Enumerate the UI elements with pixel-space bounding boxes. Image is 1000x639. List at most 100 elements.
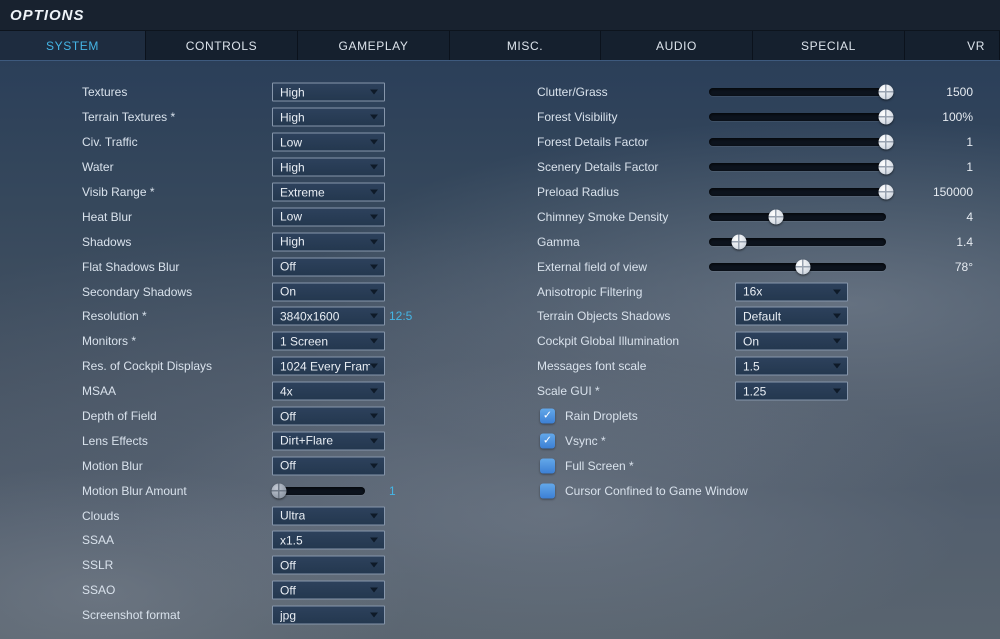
slider-value: 100% <box>942 110 973 125</box>
option-row-chimney-smoke-density: Chimney Smoke Density 4 <box>0 204 1000 229</box>
chevron-down-icon <box>833 388 841 394</box>
dropdown-terrain-objects-shadows[interactable]: Default <box>735 306 848 326</box>
chevron-down-icon <box>370 537 378 543</box>
option-label: Terrain Objects Shadows <box>537 309 671 324</box>
dropdown-anisotropic-filtering[interactable]: 16x <box>735 282 848 302</box>
option-row-vsync: ✓ Vsync * <box>0 428 1000 453</box>
options-title-bar: OPTIONS <box>0 0 1000 30</box>
option-label: Scale GUI * <box>537 384 600 399</box>
dropdown-messages-font-scale[interactable]: 1.5 <box>735 356 848 376</box>
option-row-scenery-details-factor: Scenery Details Factor 1 <box>0 155 1000 180</box>
dropdown-value: Off <box>280 583 296 598</box>
checkbox-rain-droplets[interactable]: ✓ <box>540 408 555 424</box>
option-label: Scenery Details Factor <box>537 160 659 175</box>
dropdown-value: Off <box>280 558 296 573</box>
checkbox-label: Rain Droplets <box>565 409 638 424</box>
dropdown-screenshot-format[interactable]: jpg <box>272 605 385 625</box>
option-row-terrain-objects-shadows: Terrain Objects Shadows Default <box>0 304 1000 329</box>
option-row-forest-visibility: Forest Visibility 100% <box>0 105 1000 130</box>
option-row-rain-droplets: ✓ Rain Droplets <box>0 404 1000 429</box>
dropdown-value: jpg <box>280 608 297 623</box>
dropdown-value: x1.5 <box>280 533 303 548</box>
system-options-panel: Textures High Terrain Textures * High Civ. T… <box>0 60 1000 639</box>
option-label: Anisotropic Filtering <box>537 284 643 299</box>
option-label: Gamma <box>537 234 580 249</box>
checkbox-label: Vsync * <box>565 433 606 448</box>
chevron-down-icon <box>833 289 841 295</box>
option-row-cockpit-global-illumination: Cockpit Global Illumination On <box>0 329 1000 354</box>
dropdown-value: On <box>743 334 760 349</box>
option-row-messages-font-scale: Messages font scale 1.5 <box>0 354 1000 379</box>
option-label: SSLR <box>82 558 114 573</box>
tab-special[interactable]: SPECIAL <box>753 31 905 60</box>
option-label: SSAA <box>82 533 115 548</box>
dropdown-value: 1.5 <box>743 359 760 374</box>
checkbox-label: Cursor Confined to Game Window <box>565 483 748 498</box>
chevron-down-icon <box>833 363 841 369</box>
option-label: Clouds <box>82 508 120 523</box>
tab-controls[interactable]: CONTROLS <box>146 31 298 60</box>
chevron-down-icon <box>833 313 841 319</box>
chevron-down-icon <box>370 587 378 593</box>
slider-value: 1500 <box>946 85 973 100</box>
chevron-down-icon <box>370 562 378 568</box>
slider-value: 78° <box>954 259 973 274</box>
dropdown-clouds[interactable]: Ultra <box>272 506 385 526</box>
option-row-scale-gui: Scale GUI * 1.25 <box>0 379 1000 404</box>
option-row-forest-details-factor: Forest Details Factor 1 <box>0 130 1000 155</box>
tab-vr[interactable]: VR <box>905 31 1000 60</box>
tab-misc[interactable]: MISC. <box>450 31 601 60</box>
dropdown-cockpit-global-illumination[interactable]: On <box>735 331 848 351</box>
option-row-ssao: SSAO Off <box>0 578 1000 603</box>
chevron-down-icon <box>370 612 378 618</box>
slider-knob[interactable] <box>795 259 811 275</box>
slider-value: 1 <box>966 135 973 150</box>
tab-gameplay[interactable]: GAMEPLAY <box>298 31 450 60</box>
option-label: External field of view <box>537 259 648 274</box>
option-row-cursor-confined-to-game-window: Cursor Confined to Game Window <box>0 478 1000 503</box>
options-screen: OPTIONS SYSTEM CONTROLS GAMEPLAY MISC. AUDIO… <box>0 0 1000 639</box>
chevron-down-icon <box>833 338 841 344</box>
checkbox-vsync[interactable]: ✓ <box>540 433 555 449</box>
dropdown-ssaa[interactable]: x1.5 <box>272 530 385 550</box>
option-row-sslr: SSLR Off <box>0 553 1000 578</box>
option-label: Messages font scale <box>537 359 647 374</box>
dropdown-sslr[interactable]: Off <box>272 555 385 575</box>
dropdown-value: Default <box>743 309 782 324</box>
dropdown-ssao[interactable]: Off <box>272 580 385 600</box>
right-options-column: Clutter/Grass 1500 Forest Visibility 100% Fo… <box>0 80 1000 503</box>
slider-value: 1.4 <box>956 234 973 249</box>
dropdown-value: 1.25 <box>743 384 767 399</box>
options-tab-bar: SYSTEM CONTROLS GAMEPLAY MISC. AUDIO SPECIAL V… <box>0 30 1000 60</box>
option-label: Preload Radius <box>537 185 620 199</box>
option-row-anisotropic-filtering: Anisotropic Filtering 16x <box>0 279 1000 304</box>
option-row-clouds: Clouds Ultra <box>0 503 1000 528</box>
dropdown-value: 16x <box>743 284 763 299</box>
checkbox-full-screen[interactable] <box>540 458 555 474</box>
option-row-gamma: Gamma 1.4 <box>0 229 1000 254</box>
option-label: Clutter/Grass <box>537 85 608 100</box>
option-label: Forest Details Factor <box>537 135 649 150</box>
dropdown-value: Ultra <box>280 508 306 523</box>
slider-value: 4 <box>966 209 973 224</box>
slider-knob[interactable] <box>768 209 784 225</box>
checkbox-cursor-confined-to-game-window[interactable] <box>540 483 555 499</box>
tab-system[interactable]: SYSTEM <box>0 31 146 60</box>
slider-value: 150000 <box>932 185 973 199</box>
checkbox-label: Full Screen * <box>565 458 634 473</box>
option-row-ssaa: SSAA x1.5 <box>0 528 1000 553</box>
option-row-full-screen: Full Screen * <box>0 453 1000 478</box>
option-row-screenshot-format: Screenshot format jpg <box>0 603 1000 628</box>
option-label: Forest Visibility <box>537 110 618 125</box>
page-title: OPTIONS <box>10 6 85 24</box>
tab-audio[interactable]: AUDIO <box>601 31 753 60</box>
check-icon: ✓ <box>542 434 553 447</box>
option-row-clutter-grass: Clutter/Grass 1500 <box>0 80 1000 105</box>
option-label: SSAO <box>82 583 116 598</box>
dropdown-scale-gui[interactable]: 1.25 <box>735 381 848 401</box>
option-label: Screenshot format <box>82 608 181 623</box>
option-row-preload-radius: Preload Radius 150000 <box>0 180 1000 205</box>
slider-value: 1 <box>966 160 973 175</box>
slider-knob[interactable] <box>731 234 747 250</box>
option-row-external-field-of-view: External field of view 78° <box>0 254 1000 279</box>
